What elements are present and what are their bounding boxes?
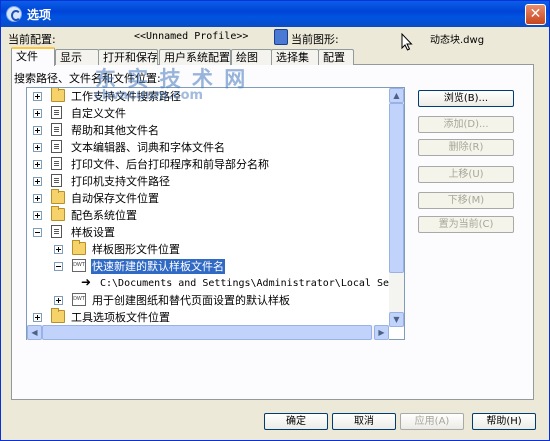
tree-item-label: 帮助和其他文件名 [71, 124, 159, 137]
tree-item-label: 自定义文件 [71, 107, 126, 120]
collapse-icon[interactable] [54, 262, 63, 271]
tree-item[interactable]: 打印机支持文件路径 [27, 173, 402, 190]
scroll-right-button[interactable]: ▶ [374, 325, 389, 340]
tree-horizontal-scrollbar[interactable]: ◀ ▶ [27, 325, 389, 340]
path-arrow-icon: ➜ [81, 275, 92, 289]
horizontal-scroll-thumb[interactable] [42, 325, 372, 340]
document-icon [51, 225, 62, 238]
document-icon [51, 106, 62, 119]
template-file-icon: DWT [72, 293, 86, 306]
tab-profiles[interactable]: 配置 [318, 49, 354, 65]
expand-icon[interactable] [33, 177, 42, 186]
ok-button[interactable]: 确定 [264, 413, 328, 430]
expand-icon[interactable] [33, 160, 42, 169]
expand-icon[interactable] [54, 296, 63, 305]
tree-item-label: 快速新建的默认样板文件名 [91, 259, 225, 274]
current-profile-label: 当前配置: [8, 33, 56, 46]
vertical-scroll-thumb[interactable] [389, 103, 404, 273]
scroll-left-button[interactable]: ◀ [27, 325, 42, 340]
cancel-button[interactable]: 取消 [332, 413, 396, 430]
expand-icon[interactable] [33, 126, 42, 135]
tree-item[interactable]: ➜ C:\Documents and Settings\Administrator… [27, 275, 405, 292]
tree-item-label: 文本编辑器、词典和字体文件名 [71, 141, 225, 154]
expand-icon[interactable] [33, 211, 42, 220]
folder-icon [51, 308, 65, 323]
tab-file[interactable]: 文件 [11, 47, 55, 66]
folder-icon [51, 189, 65, 204]
remove-button[interactable]: 删除(R) [418, 139, 514, 156]
tree-item-label: 样板设置 [71, 226, 115, 239]
current-drawing-label: 当前图形: [291, 33, 339, 46]
autocad-icon [6, 6, 22, 22]
tree-vertical-scrollbar[interactable]: ▲ ▼ [389, 88, 404, 327]
document-icon [51, 157, 62, 170]
tab-selection[interactable]: 选择集 [271, 49, 319, 65]
expand-icon[interactable] [33, 109, 42, 118]
help-button[interactable]: 帮助(H) [472, 413, 536, 430]
tree-item[interactable]: 样板设置 [27, 224, 402, 241]
template-file-icon: DWT [72, 259, 86, 272]
expand-icon[interactable] [54, 245, 63, 254]
apply-button[interactable]: 应用(A) [400, 413, 464, 430]
folder-icon [51, 88, 65, 102]
watermark-url: chvacuum.com [94, 88, 204, 103]
tree-item[interactable]: 帮助和其他文件名 [27, 122, 402, 139]
tree-item[interactable]: 打印文件、后台打印程序和前导部分名称 [27, 156, 402, 173]
tree-item[interactable]: 文本编辑器、词典和字体文件名 [27, 139, 402, 156]
document-icon [51, 123, 62, 136]
tree-item-label: 打印文件、后台打印程序和前导部分名称 [71, 158, 269, 171]
folder-icon [51, 206, 65, 221]
tree-item-label: 配色系统位置 [71, 209, 137, 222]
scroll-down-button[interactable]: ▼ [389, 312, 404, 327]
expand-icon[interactable] [33, 313, 42, 322]
tree-item[interactable]: 样板图形文件位置 [27, 240, 402, 258]
tree-item[interactable]: DWT 快速新建的默认样板文件名 [27, 258, 402, 275]
tree-item-label: C:\Documents and Settings\Administrator\… [100, 278, 405, 289]
browse-button[interactable]: 浏览(B)... [418, 90, 514, 107]
move-down-button[interactable]: 下移(M) [418, 192, 514, 209]
close-button[interactable]: ✕ [525, 4, 546, 25]
tree-item[interactable]: 自动保存文件位置 [27, 189, 402, 207]
expand-icon[interactable] [33, 143, 42, 152]
document-icon [51, 140, 62, 153]
title-bar[interactable]: 选项 ✕ [1, 1, 549, 27]
drawing-icon [274, 29, 288, 45]
tree-item[interactable]: 工具选项板文件位置 [27, 308, 402, 326]
tree-item-label: 自动保存文件位置 [71, 192, 159, 205]
tree-item[interactable]: DWT 用于创建图纸和替代页面设置的默认样板 [27, 292, 402, 309]
document-icon [51, 174, 62, 187]
tree-item-label: 样板图形文件位置 [92, 243, 180, 256]
tree-item-label: 工具选项板文件位置 [71, 311, 170, 324]
collapse-icon[interactable] [33, 228, 42, 237]
current-profile-value: <<Unnamed Profile>> [134, 31, 249, 42]
tree-item-label: 打印机支持文件路径 [71, 175, 170, 188]
scroll-up-button[interactable]: ▲ [389, 88, 404, 103]
tab-display[interactable]: 显示 [55, 49, 99, 65]
tree-item-label: 用于创建图纸和替代页面设置的默认样板 [92, 294, 290, 307]
set-current-button[interactable]: 置为当前(C) [418, 216, 514, 233]
search-path-tree[interactable]: 工作支持文件搜索路径 自定义文件 帮助和其他文件名 文本编辑器、词典和字体文件名 打印文… [26, 87, 405, 340]
window-title: 选项 [27, 8, 52, 22]
expand-icon[interactable] [33, 194, 42, 203]
tree-item[interactable]: 配色系统位置 [27, 206, 402, 224]
folder-icon [72, 240, 86, 255]
mouse-cursor-icon [401, 33, 413, 51]
move-up-button[interactable]: 上移(U) [418, 166, 514, 183]
tree-item[interactable]: 自定义文件 [27, 105, 402, 122]
current-drawing-value: 动态块.dwg [430, 35, 485, 46]
expand-icon[interactable] [33, 92, 42, 101]
add-button[interactable]: 添加(D)... [418, 116, 514, 133]
